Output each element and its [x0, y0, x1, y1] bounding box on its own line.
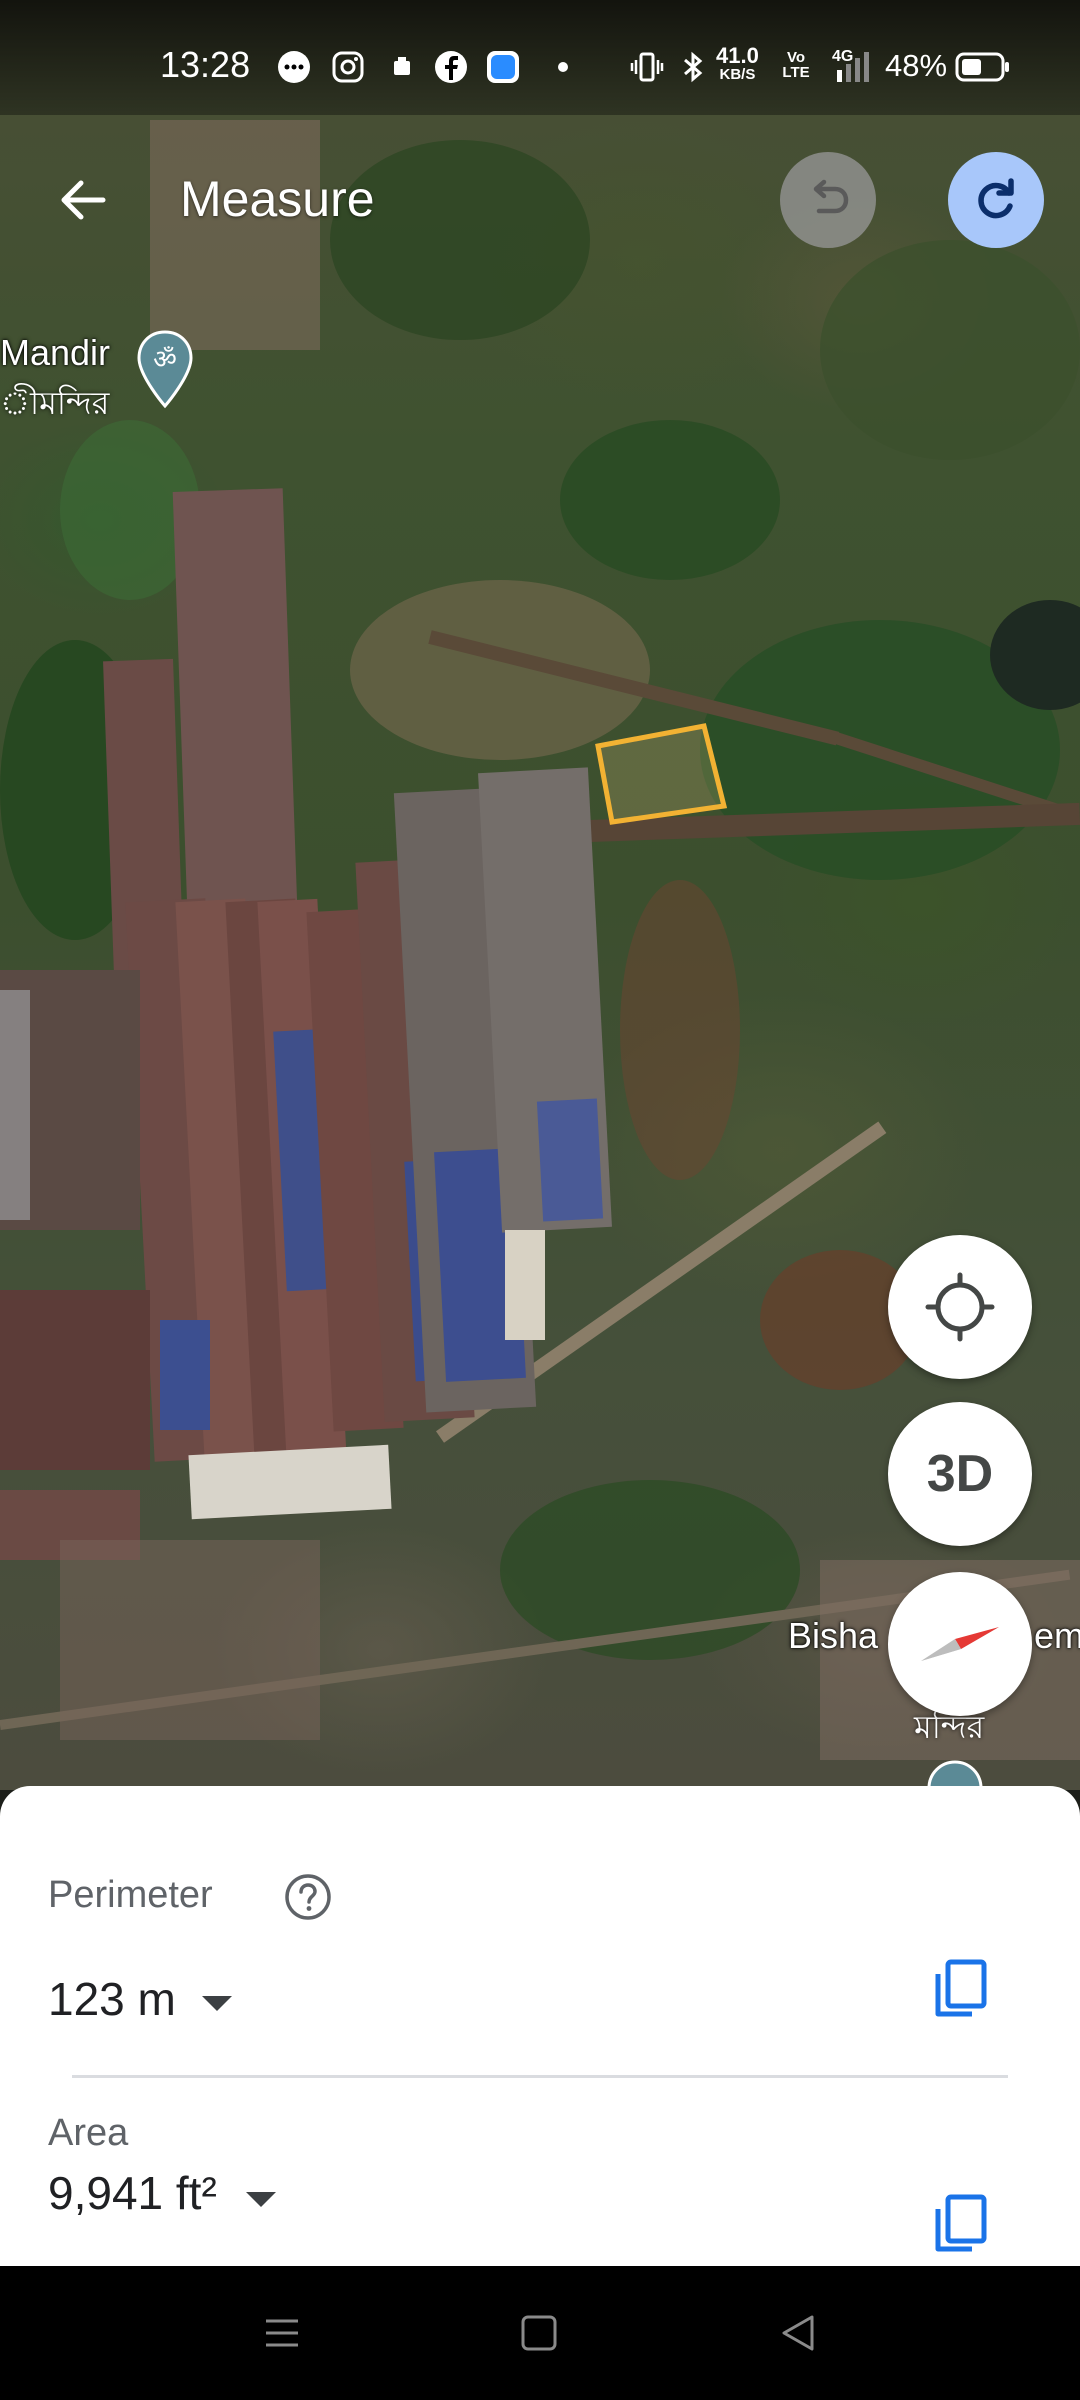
battery-percent: 48% — [885, 48, 948, 83]
copy-perimeter-button[interactable] — [920, 1949, 1000, 2029]
instagram-icon — [331, 50, 365, 84]
undo-button[interactable] — [780, 152, 876, 248]
net-speed: 41.0 KB/S — [716, 43, 759, 84]
chevron-down-icon — [246, 2192, 276, 2207]
my-location-icon — [925, 1272, 995, 1342]
place-label-mandir[interactable]: Mandir — [0, 332, 110, 374]
menu-icon — [266, 2319, 298, 2347]
back-button[interactable] — [44, 162, 120, 238]
system-back-button[interactable] — [761, 2296, 835, 2370]
undo-icon — [813, 179, 849, 214]
system-nav-bar — [0, 2266, 1080, 2400]
facebook-icon — [434, 50, 468, 84]
om-place-icon[interactable]: ॐ — [136, 330, 194, 410]
messages-icon — [277, 50, 311, 84]
app-icon — [486, 50, 520, 84]
arrow-back-icon — [61, 180, 106, 220]
area-label: Area — [48, 2112, 129, 2154]
recents-button[interactable] — [245, 2296, 319, 2370]
status-bar: 13:28 41.0 KB/S Vo LTE 4G 48% — [0, 0, 1080, 115]
copy-icon — [935, 1959, 987, 2017]
home-icon — [521, 2315, 557, 2351]
measure-polygon[interactable] — [590, 718, 730, 828]
divider — [72, 2075, 1008, 2078]
vibrate-icon — [630, 50, 664, 84]
3d-toggle-button[interactable]: 3D — [888, 1402, 1032, 1546]
compass-button[interactable] — [888, 1572, 1032, 1716]
perimeter-label: Perimeter — [48, 1874, 213, 1916]
measure-app-bar: Measure — [0, 140, 1080, 260]
redo-icon — [978, 178, 1014, 219]
volte-indicator: Vo LTE — [782, 49, 810, 81]
status-time: 13:28 — [160, 44, 251, 85]
help-circle-icon — [285, 1874, 331, 1920]
page-title: Measure — [180, 171, 375, 227]
perimeter-value: 123 m — [48, 1973, 176, 2025]
app-icon — [385, 50, 419, 84]
home-button[interactable] — [502, 2296, 576, 2370]
my-location-button[interactable] — [888, 1235, 1032, 1379]
chevron-down-icon — [202, 1996, 232, 2011]
battery-icon — [955, 52, 1011, 82]
perimeter-unit-dropdown[interactable]: 123 m — [48, 1966, 248, 2036]
area-unit-dropdown[interactable]: 9,941 ft² — [48, 2160, 308, 2230]
signal-icon — [835, 50, 869, 84]
bluetooth-icon — [676, 50, 710, 84]
svg-text:ॐ: ॐ — [153, 345, 177, 375]
place-label-bisha[interactable]: Bisha — [788, 1615, 878, 1657]
back-icon — [782, 2315, 814, 2351]
measure-bottom-sheet: Perimeter 123 m Area 9,941 ft² — [0, 1786, 1080, 2266]
perimeter-help-button[interactable] — [282, 1871, 334, 1923]
dot-icon — [546, 50, 580, 84]
copy-icon — [935, 2194, 987, 2252]
area-value: 9,941 ft² — [48, 2167, 217, 2219]
place-label-bisha-suffix: emp — [1034, 1615, 1080, 1656]
place-label-mandir-bengali: ীমন্দির — [0, 385, 110, 421]
redo-button[interactable] — [948, 152, 1044, 248]
copy-area-button[interactable] — [920, 2184, 1000, 2264]
compass-icon — [921, 1627, 999, 1661]
